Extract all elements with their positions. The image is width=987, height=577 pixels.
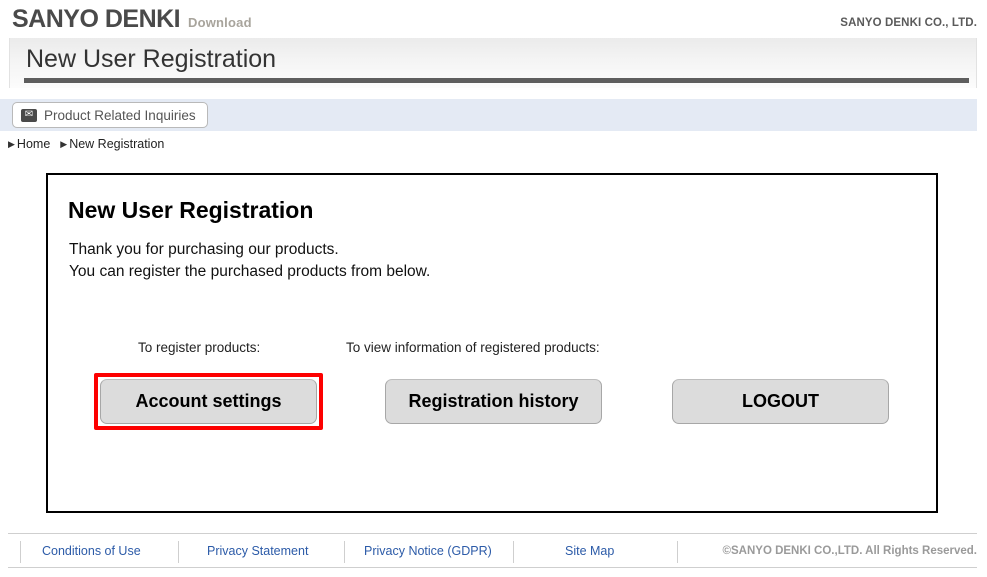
breadcrumb-label[interactable]: New Registration xyxy=(69,137,164,151)
footer-divider xyxy=(178,541,179,563)
card-text-line-1: Thank you for purchasing our products. xyxy=(69,241,339,258)
footer-links: Conditions of Use Privacy Statement Priv… xyxy=(0,541,987,563)
page-title: New User Registration xyxy=(26,45,277,73)
view-registered-products-label: To view information of registered produc… xyxy=(346,340,600,355)
inquiry-bar: ✉ Product Related Inquiries xyxy=(0,99,977,131)
breadcrumb-item-home[interactable]: ▶ Home xyxy=(8,137,50,151)
footer-divider xyxy=(344,541,345,563)
account-settings-button[interactable]: Account settings xyxy=(100,379,317,424)
breadcrumb-item-new-registration[interactable]: ▶ New Registration xyxy=(60,137,164,151)
footer-link-privacy-statement[interactable]: Privacy Statement xyxy=(207,544,308,558)
card-heading: New User Registration xyxy=(68,197,314,223)
triangle-right-icon: ▶ xyxy=(8,138,15,149)
footer-bottom-divider xyxy=(8,567,977,568)
footer-top-divider xyxy=(8,533,977,534)
footer-divider xyxy=(677,541,678,563)
sanyo-denki-logo: SANYO DENKI xyxy=(12,5,181,33)
footer-link-privacy-notice-gdpr[interactable]: Privacy Notice (GDPR) xyxy=(364,544,492,558)
product-related-inquiries-button[interactable]: ✉ Product Related Inquiries xyxy=(12,102,208,128)
registration-card: New User Registration Thank you for purc… xyxy=(46,173,938,513)
card-text-line-2: You can register the purchased products … xyxy=(69,263,431,280)
breadcrumb: ▶ Home ▶ New Registration xyxy=(8,137,164,151)
footer-divider xyxy=(20,541,21,563)
registration-history-button[interactable]: Registration history xyxy=(385,379,602,424)
footer-divider xyxy=(513,541,514,563)
inquiry-button-label: Product Related Inquiries xyxy=(44,107,196,123)
page-root: SANYO DENKI Download SANYO DENKI CO., LT… xyxy=(0,0,987,577)
register-products-label: To register products: xyxy=(138,340,261,355)
footer-link-site-map[interactable]: Site Map xyxy=(565,544,614,558)
site-header: SANYO DENKI Download SANYO DENKI CO., LT… xyxy=(0,0,987,38)
triangle-right-icon: ▶ xyxy=(60,138,68,149)
download-link[interactable]: Download xyxy=(188,15,252,30)
footer-link-conditions-of-use[interactable]: Conditions of Use xyxy=(42,544,141,558)
page-title-band: New User Registration xyxy=(9,38,977,88)
breadcrumb-label[interactable]: Home xyxy=(17,137,50,151)
envelope-icon: ✉ xyxy=(21,108,37,122)
copyright-notice: ©SANYO DENKI CO.,LTD. All Rights Reserve… xyxy=(722,545,977,557)
corporate-name: SANYO DENKI CO., LTD. xyxy=(840,17,977,29)
title-underline-rule xyxy=(24,78,969,83)
logout-button[interactable]: LOGOUT xyxy=(672,379,889,424)
